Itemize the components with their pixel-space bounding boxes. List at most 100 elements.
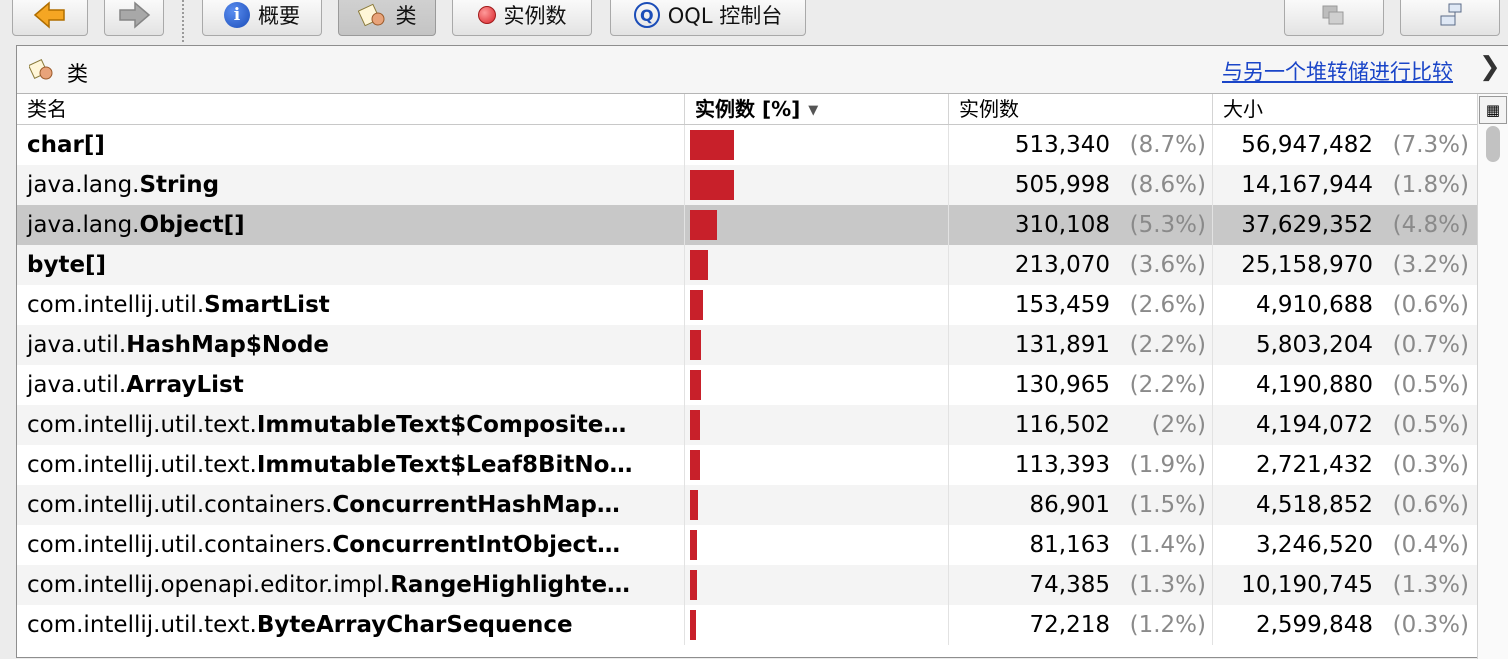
package-name: com.intellij.util.: [27, 292, 205, 318]
summary-button[interactable]: i 概要: [202, 0, 322, 36]
disabled-tool-button[interactable]: [1284, 0, 1384, 36]
percent-bar: [690, 130, 734, 160]
back-button[interactable]: [12, 0, 88, 36]
class-name: ArrayList: [126, 372, 244, 398]
class-name-cell: com.intellij.util.containers.ConcurrentI…: [17, 525, 685, 565]
size-percent: (0.6%): [1392, 292, 1469, 318]
class-name-cell: java.util.HashMap$Node: [17, 325, 685, 365]
instances-percent-cell: [685, 365, 949, 405]
class-name-cell: java.util.ArrayList: [17, 365, 685, 405]
table-row[interactable]: com.intellij.util.text.ImmutableText$Com…: [17, 405, 1493, 445]
class-name-cell: char[]: [17, 125, 685, 165]
percent-bar: [690, 410, 700, 440]
size-cell: 4,910,688 (0.6%): [1213, 285, 1475, 325]
layout-tool-button[interactable]: [1400, 0, 1500, 36]
compare-heap-dump-link[interactable]: 与另一个堆转储进行比较: [1222, 56, 1453, 86]
oql-icon: Q: [633, 2, 660, 28]
forward-button[interactable]: [104, 0, 164, 36]
size-percent: (4.8%): [1392, 212, 1469, 238]
vertical-scrollbar[interactable]: [1477, 94, 1508, 659]
column-size[interactable]: 大小: [1213, 94, 1475, 124]
percent-bar: [690, 210, 717, 240]
table-row[interactable]: com.intellij.util.SmartList 153,459 (2.6%)…: [17, 285, 1493, 325]
table-row[interactable]: com.intellij.openapi.editor.impl.RangeHi…: [17, 565, 1493, 605]
table-row[interactable]: java.lang.Object[] 310,108 (5.3%) 37,629,35…: [17, 205, 1493, 245]
table-row[interactable]: java.util.HashMap$Node 131,891 (2.2%) 5,803…: [17, 325, 1493, 365]
instances-cell: 74,385 (1.3%): [949, 565, 1213, 605]
instance-percent: (1.3%): [1129, 572, 1206, 598]
instance-count: 213,070: [1014, 252, 1110, 278]
class-name: byte[]: [27, 252, 107, 278]
instance-icon: [477, 6, 496, 24]
instances-cell: 310,108 (5.3%): [949, 205, 1213, 245]
instance-count: 153,459: [1014, 292, 1110, 318]
table-row[interactable]: com.intellij.util.containers.ConcurrentH…: [17, 485, 1493, 525]
package-name: com.intellij.util.text.: [27, 452, 257, 478]
forward-arrow-icon: [119, 1, 151, 29]
size-percent: (0.5%): [1392, 372, 1469, 398]
size-value: 4,910,688: [1255, 292, 1373, 318]
column-class-name[interactable]: 类名: [17, 94, 685, 124]
class-name-cell: java.lang.Object[]: [17, 205, 685, 245]
class-name: ConcurrentIntObject…: [332, 532, 621, 558]
class-name-cell: com.intellij.openapi.editor.impl.RangeHi…: [17, 565, 685, 605]
class-name: Object[]: [139, 212, 245, 238]
percent-bar: [690, 170, 734, 200]
instances-button[interactable]: 实例数: [452, 0, 592, 36]
class-name: SmartList: [204, 292, 330, 318]
column-chooser-icon[interactable]: ▦: [1479, 96, 1507, 124]
size-value: 56,947,482: [1241, 132, 1373, 158]
table-row[interactable]: char[] 513,340 (8.7%) 56,947,482 (7.3%): [17, 125, 1493, 165]
package-name: com.intellij.util.text.: [27, 612, 257, 638]
instance-percent: (2.2%): [1129, 332, 1206, 358]
classes-label: 类: [395, 4, 417, 28]
instances-cell: 153,459 (2.6%): [949, 285, 1213, 325]
size-percent: (0.4%): [1392, 532, 1469, 558]
instance-percent: (3.6%): [1129, 252, 1206, 278]
table-row[interactable]: com.intellij.util.text.ImmutableText$Lea…: [17, 445, 1493, 485]
instances-cell: 116,502 (2%): [949, 405, 1213, 445]
instance-percent: (1.2%): [1129, 612, 1206, 638]
size-value: 10,190,745: [1241, 572, 1373, 598]
size-percent: (0.6%): [1392, 492, 1469, 518]
class-name-cell: com.intellij.util.text.ByteArrayCharSequ…: [17, 605, 685, 645]
classes-button[interactable]: 类: [338, 0, 436, 36]
size-cell: 3,246,520 (0.4%): [1213, 525, 1475, 565]
table-row[interactable]: java.lang.String 505,998 (8.6%) 14,167,944 (…: [17, 165, 1493, 205]
table-row[interactable]: byte[] 213,070 (3.6%) 25,158,970 (3.2%): [17, 245, 1493, 285]
size-value: 25,158,970: [1241, 252, 1373, 278]
percent-bar: [690, 330, 701, 360]
classes-panel-icon: [29, 59, 53, 80]
collapse-panel-icon[interactable]: ❯: [1479, 52, 1501, 82]
instances-percent-cell: [685, 565, 949, 605]
column-instances-percent[interactable]: 实例数 [%] ▼: [685, 94, 949, 124]
scrollbar-thumb[interactable]: [1486, 126, 1500, 162]
class-name: HashMap$Node: [126, 332, 330, 358]
instances-cell: 113,393 (1.9%): [949, 445, 1213, 485]
size-value: 2,599,848: [1255, 612, 1373, 638]
instances-cell: 505,998 (8.6%): [949, 165, 1213, 205]
tree-view-icon: [1440, 3, 1462, 26]
table-body: char[] 513,340 (8.7%) 56,947,482 (7.3%) java.…: [17, 125, 1493, 645]
toolbar: i 概要 类 实例数 Q OQL 控制台: [0, 0, 1508, 46]
percent-bar: [690, 610, 696, 640]
table-row[interactable]: com.intellij.util.text.ByteArrayCharSequ…: [17, 605, 1493, 645]
size-cell: 37,629,352 (4.8%): [1213, 205, 1475, 245]
oql-console-label: OQL 控制台: [667, 4, 783, 28]
table-row[interactable]: java.util.ArrayList 130,965 (2.2%) 4,190,88…: [17, 365, 1493, 405]
class-name: ConcurrentHashMap…: [332, 492, 620, 518]
table-row[interactable]: com.intellij.util.containers.ConcurrentI…: [17, 525, 1493, 565]
instance-count: 131,891: [1014, 332, 1110, 358]
size-percent: (7.3%): [1392, 132, 1469, 158]
instance-count: 72,218: [1029, 612, 1110, 638]
class-name: ByteArrayCharSequence: [256, 612, 573, 638]
size-value: 2,721,432: [1255, 452, 1373, 478]
oql-console-button[interactable]: Q OQL 控制台: [610, 0, 806, 36]
column-instances[interactable]: 实例数: [949, 94, 1213, 124]
size-cell: 10,190,745 (1.3%): [1213, 565, 1475, 605]
instance-count: 113,393: [1014, 452, 1110, 478]
instances-percent-cell: [685, 525, 949, 565]
info-icon: i: [224, 2, 250, 28]
class-name: RangeHighlighte…: [390, 572, 631, 598]
classes-table: 类名 实例数 [%] ▼ 实例数 大小 char[] 513,340 (8.7%) 56…: [17, 94, 1493, 645]
